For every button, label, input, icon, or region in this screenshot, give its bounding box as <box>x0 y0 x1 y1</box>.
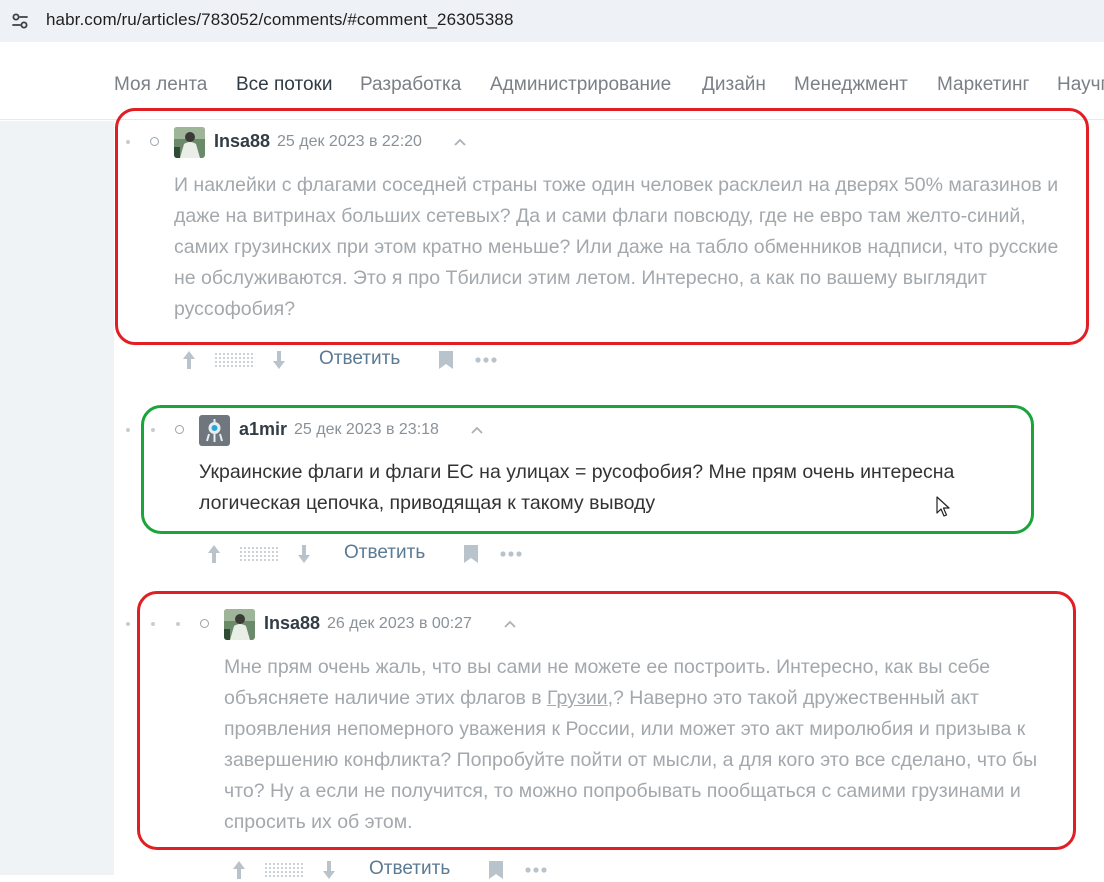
arrow-down-icon[interactable] <box>295 542 313 566</box>
reply-button[interactable]: Ответить <box>319 348 400 370</box>
arrow-up-icon[interactable] <box>205 542 223 566</box>
nav-item-design[interactable]: Дизайн <box>702 74 766 96</box>
thread-level-dot <box>126 428 130 432</box>
arrow-down-icon[interactable] <box>270 348 288 372</box>
nav-item-management[interactable]: Менеджмент <box>794 74 908 96</box>
rating-hidden-score <box>239 546 279 562</box>
thread-level-dot <box>126 622 130 626</box>
highlight-frame-red <box>137 591 1076 850</box>
address-bar: habr.com/ru/articles/783052/comments/#co… <box>0 0 1104 42</box>
tune-icon[interactable] <box>10 11 30 31</box>
nav-item-administration[interactable]: Администрирование <box>490 74 671 96</box>
comment-actions: Ответить <box>205 542 535 566</box>
more-icon[interactable] <box>524 866 548 874</box>
bookmark-icon[interactable] <box>463 544 479 564</box>
nav-item-popsci[interactable]: Научпоп <box>1057 74 1104 96</box>
comment-actions: Ответить <box>180 348 510 372</box>
more-icon[interactable] <box>499 550 523 558</box>
comment-actions: Ответить <box>230 858 560 882</box>
url-field[interactable]: habr.com/ru/articles/783052/comments/#co… <box>0 0 1104 42</box>
arrow-down-icon[interactable] <box>320 858 338 882</box>
reply-button[interactable]: Ответить <box>344 542 425 564</box>
highlight-frame-red <box>115 108 1089 345</box>
nav-item-my-feed[interactable]: Моя лента <box>114 74 207 96</box>
mouse-cursor-icon <box>936 496 950 517</box>
nav-item-marketing[interactable]: Маркетинг <box>937 74 1029 96</box>
url-text[interactable]: habr.com/ru/articles/783052/comments/#co… <box>46 10 514 30</box>
bookmark-icon[interactable] <box>438 350 454 370</box>
arrow-up-icon[interactable] <box>180 348 198 372</box>
arrow-up-icon[interactable] <box>230 858 248 882</box>
rating-hidden-score <box>214 352 254 368</box>
nav-item-all-flows[interactable]: Все потоки <box>236 74 332 96</box>
nav-item-development[interactable]: Разработка <box>360 74 461 96</box>
highlight-frame-green <box>141 405 1034 534</box>
rating-hidden-score <box>264 862 304 878</box>
bookmark-icon[interactable] <box>488 860 504 880</box>
reply-button[interactable]: Ответить <box>369 858 450 880</box>
more-icon[interactable] <box>474 356 498 364</box>
